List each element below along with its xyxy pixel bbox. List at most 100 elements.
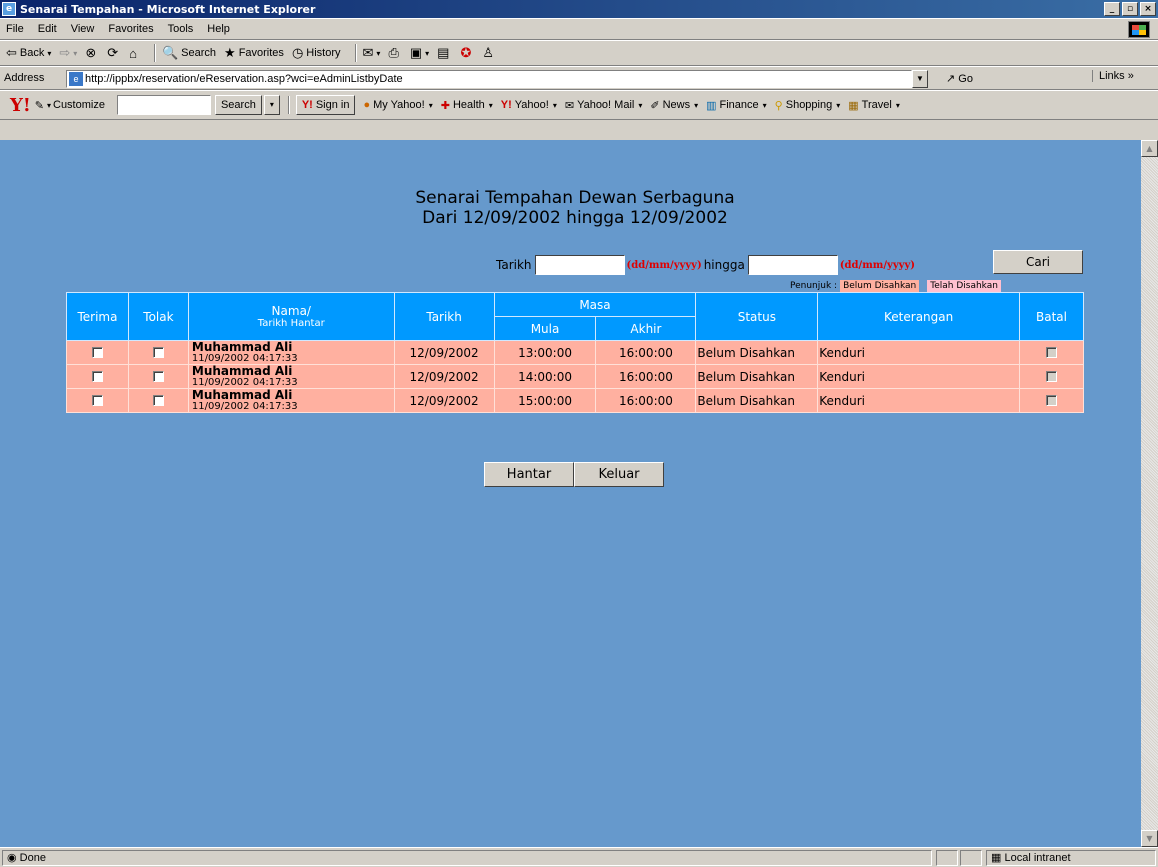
yahoo-icon: Y! <box>301 99 313 111</box>
hantar-button[interactable]: Hantar <box>484 462 574 487</box>
from-date-input[interactable] <box>534 255 625 275</box>
health-icon: ✚ <box>440 99 450 112</box>
refresh-icon: ⟳ <box>107 45 119 60</box>
discuss-button[interactable]: ▤ <box>437 45 452 61</box>
finance-button[interactable]: ▥ Finance ▾ <box>706 99 767 112</box>
messenger-button[interactable]: ✪ <box>460 45 474 61</box>
zone-cell: ▦ Local intranet <box>986 850 1156 866</box>
shopping-button[interactable]: ⚲ Shopping ▾ <box>775 99 841 112</box>
table-row: Muhammad Ali 11/09/2002 04:17:33 12/09/20… <box>66 364 1084 389</box>
refresh-button[interactable]: ⟳ <box>107 45 121 61</box>
window-titlebar: e Senarai Tempahan - Microsoft Internet … <box>0 0 1158 18</box>
menu-favorites[interactable]: Favorites <box>108 23 153 35</box>
row-keterangan: Kenduri <box>817 340 1020 365</box>
home-button[interactable]: ⌂ <box>129 46 140 61</box>
menu-help[interactable]: Help <box>207 23 230 35</box>
forward-arrow-icon: ⇨ <box>59 45 71 60</box>
status-cell-empty-1 <box>936 850 958 866</box>
edit-button[interactable]: ▣ ▾ <box>410 45 429 61</box>
user-button[interactable]: ♙ <box>482 45 497 61</box>
cari-button[interactable]: Cari <box>993 250 1083 274</box>
address-label: Address <box>4 72 45 84</box>
go-button[interactable]: ↗ Go <box>946 72 973 85</box>
row-status: Belum Disahkan <box>695 388 819 413</box>
links-button[interactable]: Links » <box>1092 70 1134 82</box>
print-button[interactable]: ⎙ <box>388 45 401 61</box>
travel-button[interactable]: ▦ Travel ▾ <box>848 99 900 112</box>
menu-bar: File Edit View Favorites Tools Help <box>0 18 1158 40</box>
header-terima: Terima <box>66 292 129 341</box>
date-search-form: Tarikh (dd/mm/yyyy) hingga (dd/mm/yyyy) <box>496 254 917 276</box>
tolak-checkbox[interactable] <box>152 371 164 382</box>
vertical-scrollbar[interactable]: ▲ ▼ <box>1141 140 1158 847</box>
discuss-icon: ▤ <box>437 45 450 60</box>
health-button[interactable]: ✚ Health ▾ <box>441 99 493 112</box>
batal-checkbox <box>1046 347 1057 358</box>
row-keterangan: Kenduri <box>817 388 1020 413</box>
row-akhir: 16:00:00 <box>595 340 697 365</box>
yahoo-mail-button[interactable]: ✉ Yahoo! Mail ▾ <box>565 99 643 112</box>
menu-file[interactable]: File <box>6 23 24 35</box>
menu-view[interactable]: View <box>71 23 95 35</box>
maximize-button[interactable]: ▫ <box>1122 2 1138 16</box>
header-masa: Masa <box>493 292 697 317</box>
row-mula: 15:00:00 <box>493 388 597 413</box>
header-keterangan: Keterangan <box>817 292 1020 341</box>
header-tarikh: Tarikh <box>393 292 495 341</box>
row-tarikh: 12/09/2002 <box>393 340 495 365</box>
row-akhir: 16:00:00 <box>595 388 697 413</box>
terima-checkbox[interactable] <box>91 347 103 358</box>
my-yahoo-button[interactable]: ● My Yahoo! ▾ <box>363 99 432 111</box>
to-date-input[interactable] <box>747 255 838 275</box>
table-row: Muhammad Ali 11/09/2002 04:17:33 12/09/20… <box>66 340 1084 365</box>
terima-checkbox[interactable] <box>91 395 103 406</box>
yahoo-search-dropdown[interactable]: ▾ <box>263 95 280 115</box>
history-button[interactable]: ◷ History <box>292 45 341 61</box>
page-content: Senarai Tempahan Dewan Serbaguna Dari 12… <box>0 140 1141 847</box>
from-date-format: (dd/mm/yyyy) <box>626 259 702 271</box>
status-text-cell: ◉ Done <box>2 850 932 866</box>
address-dropdown-button[interactable]: ▼ <box>912 70 928 88</box>
tolak-checkbox[interactable] <box>152 347 164 358</box>
menu-edit[interactable]: Edit <box>38 23 57 35</box>
header-akhir: Akhir <box>595 316 697 341</box>
batal-checkbox <box>1046 371 1057 382</box>
customize-button[interactable]: ✎ ▾ Customize <box>35 99 105 112</box>
tolak-checkbox[interactable] <box>152 395 164 406</box>
print-icon: ⎙ <box>388 45 399 60</box>
yahoo-search-input[interactable] <box>116 95 211 115</box>
my-yahoo-icon: ● <box>363 99 371 111</box>
status-bar: ◉ Done ▦ Local intranet <box>0 847 1158 867</box>
forward-button[interactable]: ⇨ ▾ <box>59 45 77 61</box>
scroll-up-button[interactable]: ▲ <box>1141 140 1158 157</box>
yahoo-logo-icon[interactable]: Y! <box>10 95 31 116</box>
scroll-down-button[interactable]: ▼ <box>1141 830 1158 847</box>
stop-button[interactable]: ⊗ <box>85 45 99 61</box>
history-icon: ◷ <box>291 45 304 60</box>
search-icon: 🔍 <box>161 45 179 60</box>
yahoo-signin-button[interactable]: Y! Sign in <box>295 95 356 115</box>
from-date-label: Tarikh <box>496 258 532 272</box>
address-bar: Address e http://ippbx/reservation/eRese… <box>0 66 1158 90</box>
address-input[interactable]: e http://ippbx/reservation/eReservation.… <box>66 70 912 88</box>
favorites-button[interactable]: ★ Favorites <box>224 45 284 61</box>
close-button[interactable]: × <box>1140 2 1156 16</box>
header-status: Status <box>695 292 819 341</box>
yahoo-search-button[interactable]: Search <box>214 95 262 115</box>
keluar-button[interactable]: Keluar <box>574 462 664 487</box>
row-akhir: 16:00:00 <box>595 364 697 389</box>
back-button[interactable]: ⇦ Back ▾ <box>6 45 51 61</box>
search-button[interactable]: 🔍 Search <box>162 45 216 61</box>
yahoo-button[interactable]: Y! Yahoo! ▾ <box>501 99 557 111</box>
header-mula: Mula <box>493 316 597 341</box>
row-status: Belum Disahkan <box>695 340 819 365</box>
page-icon: e <box>69 72 83 86</box>
terima-checkbox[interactable] <box>91 371 103 382</box>
menu-tools[interactable]: Tools <box>168 23 194 35</box>
news-button[interactable]: ✐ News ▾ <box>650 99 698 112</box>
minimize-button[interactable]: _ <box>1104 2 1120 16</box>
travel-icon: ▦ <box>848 99 859 112</box>
mail-button[interactable]: ✉ ▾ <box>363 45 381 61</box>
row-nama: Muhammad Ali <box>191 388 293 402</box>
back-arrow-icon: ⇦ <box>6 45 17 60</box>
